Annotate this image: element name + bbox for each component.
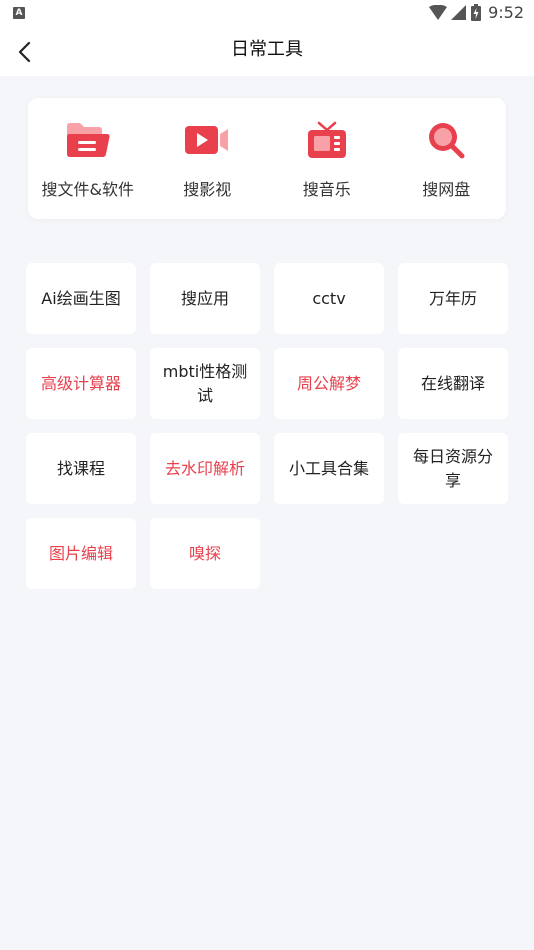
video-icon bbox=[184, 120, 230, 160]
folder-icon bbox=[65, 120, 111, 160]
status-time: 9:52 bbox=[488, 3, 524, 22]
tool-sniffer[interactable]: 嗅探 bbox=[150, 518, 260, 589]
wifi-icon bbox=[429, 4, 448, 20]
tool-search-apps[interactable]: 搜应用 bbox=[150, 263, 260, 334]
tool-online-translate[interactable]: 在线翻译 bbox=[398, 348, 508, 419]
tool-watermark-removal[interactable]: 去水印解析 bbox=[150, 433, 260, 504]
search-category-card: 搜文件&软件 搜影视 搜音乐 搜网盘 bbox=[28, 98, 506, 219]
battery-icon bbox=[471, 4, 482, 21]
search-netdisk-label: 搜网盘 bbox=[422, 180, 471, 199]
tool-calendar[interactable]: 万年历 bbox=[398, 263, 508, 334]
search-files-button[interactable]: 搜文件&软件 bbox=[28, 98, 148, 219]
tool-cctv[interactable]: cctv bbox=[274, 263, 384, 334]
search-magnifier-icon bbox=[423, 120, 469, 160]
status-icons: 9:52 bbox=[429, 3, 524, 22]
tool-dream-interpretation[interactable]: 周公解梦 bbox=[274, 348, 384, 419]
page-title: 日常工具 bbox=[231, 39, 303, 60]
header: 日常工具 bbox=[0, 28, 534, 76]
tool-advanced-calculator[interactable]: 高级计算器 bbox=[26, 348, 136, 419]
notification-a-icon: A bbox=[13, 7, 25, 19]
search-netdisk-button[interactable]: 搜网盘 bbox=[387, 98, 507, 219]
search-music-label: 搜音乐 bbox=[302, 180, 351, 199]
tv-music-icon bbox=[304, 120, 350, 160]
signal-icon bbox=[451, 4, 467, 20]
search-music-button[interactable]: 搜音乐 bbox=[267, 98, 387, 219]
tools-grid: Ai绘画生图 搜应用 cctv 万年历 高级计算器 mbti性格测试 周公解梦 … bbox=[26, 263, 509, 589]
search-movies-button[interactable]: 搜影视 bbox=[148, 98, 268, 219]
tool-mini-tools-collection[interactable]: 小工具合集 bbox=[274, 433, 384, 504]
tool-mbti-test[interactable]: mbti性格测试 bbox=[150, 348, 260, 419]
tool-find-courses[interactable]: 找课程 bbox=[26, 433, 136, 504]
tool-ai-drawing[interactable]: Ai绘画生图 bbox=[26, 263, 136, 334]
search-movies-label: 搜影视 bbox=[183, 180, 232, 199]
tool-image-editor[interactable]: 图片编辑 bbox=[26, 518, 136, 589]
search-files-label: 搜文件&软件 bbox=[41, 180, 134, 199]
tool-daily-resources[interactable]: 每日资源分享 bbox=[398, 433, 508, 504]
status-bar: A 9:52 bbox=[0, 0, 534, 28]
